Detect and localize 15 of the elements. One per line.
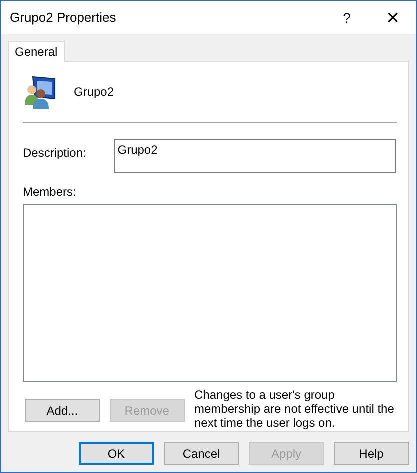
dialog-button[interactable]: Help <box>334 442 409 465</box>
members-label: Members: <box>23 185 78 199</box>
group-name: Grupo2 <box>74 85 114 99</box>
close-button[interactable]: × <box>370 1 416 34</box>
dialog-button[interactable]: Cancel <box>164 442 239 465</box>
member-button[interactable]: Add... <box>25 399 100 422</box>
description-label: Description: <box>23 145 88 160</box>
help-button[interactable]: ? <box>324 1 370 34</box>
description-field[interactable]: Grupo2 <box>114 139 396 173</box>
user-group-icon <box>23 75 57 109</box>
tab[interactable]: General <box>8 41 65 62</box>
window-title: Grupo2 Properties <box>9 10 118 25</box>
membership-note: Changes to a user's group membership are not effective until the next time the user logs on. <box>194 388 396 430</box>
dialog-button[interactable]: OK <box>79 442 154 465</box>
members-list[interactable] <box>23 204 397 382</box>
